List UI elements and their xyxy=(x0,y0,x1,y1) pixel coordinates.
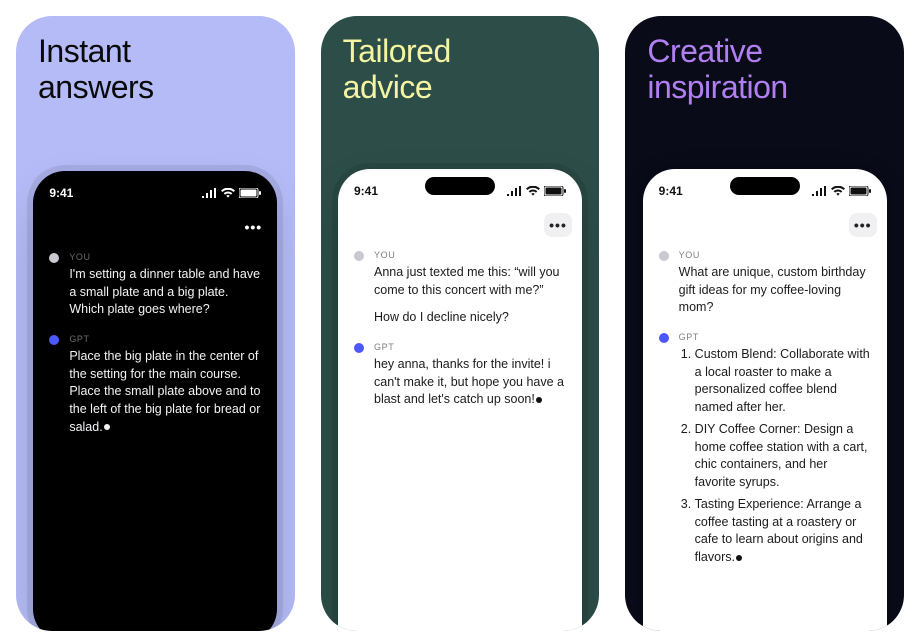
typing-cursor-icon xyxy=(104,424,110,430)
role-label-gpt: GPT xyxy=(679,331,871,344)
chat-thread: YOU Anna just texted me this: “will you … xyxy=(338,237,582,447)
battery-icon xyxy=(239,188,261,198)
phone-mockup-dark: 9:41 ••• YOU I'm setting a dinner table … xyxy=(33,171,277,631)
status-time: 9:41 xyxy=(49,186,73,200)
wifi-icon xyxy=(831,186,845,196)
cellular-icon xyxy=(202,188,217,198)
role-label-gpt: GPT xyxy=(374,341,566,354)
phone-mockup-light: 9:41 ••• YOU Anna just texted me this: “… xyxy=(338,169,582,631)
wifi-icon xyxy=(526,186,540,196)
user-message-text: I'm setting a dinner table and have a sm… xyxy=(69,266,261,319)
gpt-message-list: Custom Blend: Collaborate with a local r… xyxy=(679,346,871,567)
user-message: YOU I'm setting a dinner table and have … xyxy=(49,251,261,319)
more-button[interactable]: ••• xyxy=(849,213,877,237)
phone-mockup-light: 9:41 ••• YOU What are unique, custom bir… xyxy=(643,169,887,631)
gpt-message: GPT hey anna, thanks for the invite! i c… xyxy=(354,341,566,409)
status-icons xyxy=(812,186,871,196)
battery-icon xyxy=(849,186,871,196)
gpt-message: GPT Place the big plate in the center of… xyxy=(49,333,261,437)
status-icons xyxy=(202,188,261,198)
user-message-para1: Anna just texted me this: “will you come… xyxy=(374,264,566,300)
gpt-avatar-dot xyxy=(659,333,669,343)
battery-icon xyxy=(544,186,566,196)
app-bar: ••• xyxy=(33,209,277,239)
wifi-icon xyxy=(221,188,235,198)
status-bar: 9:41 xyxy=(33,171,277,209)
panel-heading: Tailoredadvice xyxy=(343,34,578,106)
status-bar: 9:41 xyxy=(643,169,887,207)
cellular-icon xyxy=(507,186,522,196)
panel-heading: Creativeinspiration xyxy=(647,34,882,106)
dynamic-island xyxy=(425,177,495,195)
user-avatar-dot xyxy=(49,253,59,263)
role-label-you: YOU xyxy=(69,251,261,264)
panel-creative-inspiration: Creativeinspiration 9:41 ••• YOU What ar… xyxy=(625,16,904,631)
status-icons xyxy=(507,186,566,196)
chat-thread: YOU What are unique, custom birthday gif… xyxy=(643,237,887,605)
typing-cursor-icon xyxy=(536,397,542,403)
panel-instant-answers: Instantanswers 9:41 ••• YOU I'm setting … xyxy=(16,16,295,631)
status-bar: 9:41 xyxy=(338,169,582,207)
app-bar: ••• xyxy=(338,207,582,237)
status-time: 9:41 xyxy=(659,184,683,198)
gpt-avatar-dot xyxy=(354,343,364,353)
user-message: YOU Anna just texted me this: “will you … xyxy=(354,249,566,327)
cellular-icon xyxy=(812,186,827,196)
gpt-message: GPT Custom Blend: Collaborate with a loc… xyxy=(659,331,871,567)
role-label-you: YOU xyxy=(679,249,871,262)
role-label-gpt: GPT xyxy=(69,333,261,346)
user-message: YOU What are unique, custom birthday gif… xyxy=(659,249,871,317)
panel-tailored-advice: Tailoredadvice 9:41 ••• YOU Anna just te… xyxy=(321,16,600,631)
status-time: 9:41 xyxy=(354,184,378,198)
dynamic-island xyxy=(730,177,800,195)
app-bar: ••• xyxy=(643,207,887,237)
typing-cursor-icon xyxy=(736,555,742,561)
list-item: Custom Blend: Collaborate with a local r… xyxy=(695,346,871,417)
gpt-avatar-dot xyxy=(49,335,59,345)
user-message-text: What are unique, custom birthday gift id… xyxy=(679,264,871,317)
role-label-you: YOU xyxy=(374,249,566,262)
gpt-message-text: Place the big plate in the center of the… xyxy=(69,348,261,437)
list-item: DIY Coffee Corner: Design a home coffee … xyxy=(695,421,871,492)
chat-thread: YOU I'm setting a dinner table and have … xyxy=(33,239,277,475)
list-item: Tasting Experience: Arrange a coffee tas… xyxy=(695,496,871,567)
user-avatar-dot xyxy=(354,251,364,261)
user-message-para2: How do I decline nicely? xyxy=(374,309,566,327)
gpt-message-text: hey anna, thanks for the invite! i can't… xyxy=(374,356,566,409)
more-button[interactable]: ••• xyxy=(544,213,572,237)
user-avatar-dot xyxy=(659,251,669,261)
screenshot-gallery: Instantanswers 9:41 ••• YOU I'm setting … xyxy=(0,0,920,632)
panel-heading: Instantanswers xyxy=(38,34,273,106)
more-button[interactable]: ••• xyxy=(239,215,267,239)
